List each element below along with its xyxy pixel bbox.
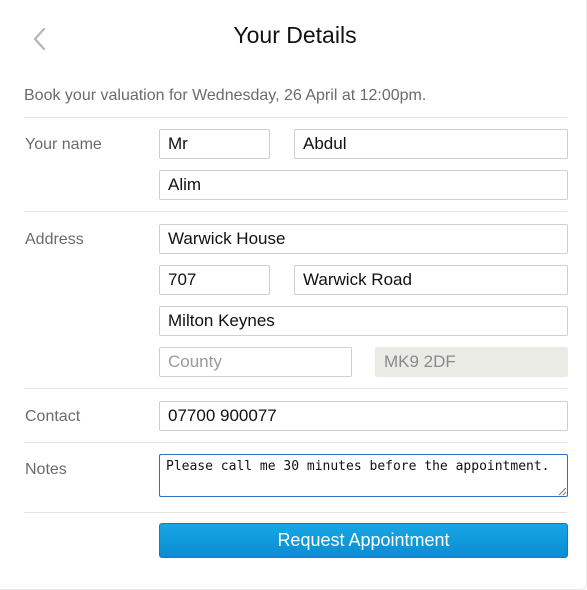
header: Your Details xyxy=(0,0,587,74)
phone-input[interactable] xyxy=(159,401,568,431)
divider xyxy=(24,442,567,443)
divider xyxy=(24,388,567,389)
town-input[interactable] xyxy=(159,306,568,336)
county-input[interactable] xyxy=(159,347,352,377)
request-appointment-button[interactable]: Request Appointment xyxy=(159,523,568,558)
notes-label: Notes xyxy=(25,461,67,478)
page-title: Your Details xyxy=(233,22,357,48)
resize-grip-icon[interactable] xyxy=(558,487,567,496)
postcode-field xyxy=(375,347,568,377)
first-name-input[interactable] xyxy=(294,129,568,159)
divider xyxy=(24,211,567,212)
address-label: Address xyxy=(25,231,84,248)
details-panel: Your Details Book your valuation for Wed… xyxy=(0,0,587,590)
notes-textarea[interactable]: Please call me 30 minutes before the app… xyxy=(159,454,568,497)
street-input[interactable] xyxy=(294,265,568,295)
booking-summary: Book your valuation for Wednesday, 26 Ap… xyxy=(24,87,427,104)
house-number-input[interactable] xyxy=(159,265,270,295)
last-name-input[interactable] xyxy=(159,170,568,200)
title-input[interactable] xyxy=(159,129,270,159)
address-line1-input[interactable] xyxy=(159,224,568,254)
name-label: Your name xyxy=(25,136,102,153)
divider xyxy=(24,117,567,118)
divider xyxy=(24,512,567,513)
contact-label: Contact xyxy=(25,408,81,425)
